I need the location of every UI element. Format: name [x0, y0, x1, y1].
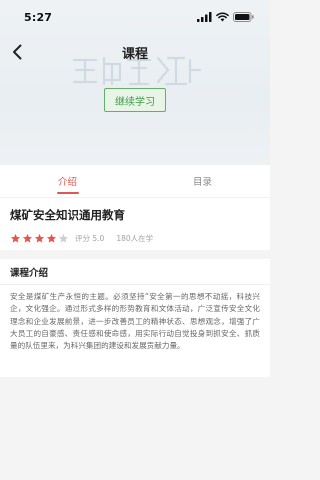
star-icon	[22, 233, 33, 243]
star-icon	[34, 233, 45, 243]
status-bar: 5:27	[0, 0, 270, 34]
course-meta: 评分 5.0 180人在学	[10, 233, 260, 244]
intro-heading: 课程介绍	[0, 259, 270, 285]
tab-catalog[interactable]: 目录	[135, 165, 270, 197]
chevron-left-icon	[13, 44, 22, 60]
page-title: 课程	[121, 46, 148, 62]
learner-count: 180人在学	[116, 234, 154, 243]
continue-learning-button[interactable]: 继续学习	[104, 88, 166, 112]
nav-bar: 课程	[0, 38, 270, 66]
tab-introduction[interactable]: 介绍	[0, 165, 135, 197]
battery-icon	[233, 12, 254, 22]
rating-stars	[10, 233, 69, 244]
star-icon	[46, 233, 57, 243]
course-title: 煤矿安全知识通用教育	[10, 208, 125, 222]
signal-icon	[197, 12, 212, 22]
course-introduction: 课程介绍 安全是煤矿生产永恒的主题。必须坚持“安全第一的思想不动摇，科技兴企，文…	[0, 259, 270, 377]
status-time: 5:27	[24, 10, 53, 24]
status-icons	[197, 12, 254, 22]
star-icon	[58, 233, 69, 243]
course-header: 5:27 课程 继续学习	[0, 0, 270, 165]
intro-body: 安全是煤矿生产永恒的主题。必须坚持“安全第一的思想不动摇，科技兴企，文化强企。通…	[10, 292, 260, 351]
wifi-icon	[216, 12, 229, 22]
rating-score: 评分 5.0	[75, 234, 105, 243]
course-info: 煤矿安全知识通用教育 评分 5.0 180人在学	[0, 197, 270, 250]
app-screen: 5:27 课程 继续学习 介绍 目录 煤矿安全知识通用教育 评分 5.0 180…	[0, 0, 270, 480]
course-tabs: 介绍 目录	[0, 165, 270, 197]
star-icon	[10, 233, 21, 243]
back-button[interactable]	[6, 40, 28, 64]
